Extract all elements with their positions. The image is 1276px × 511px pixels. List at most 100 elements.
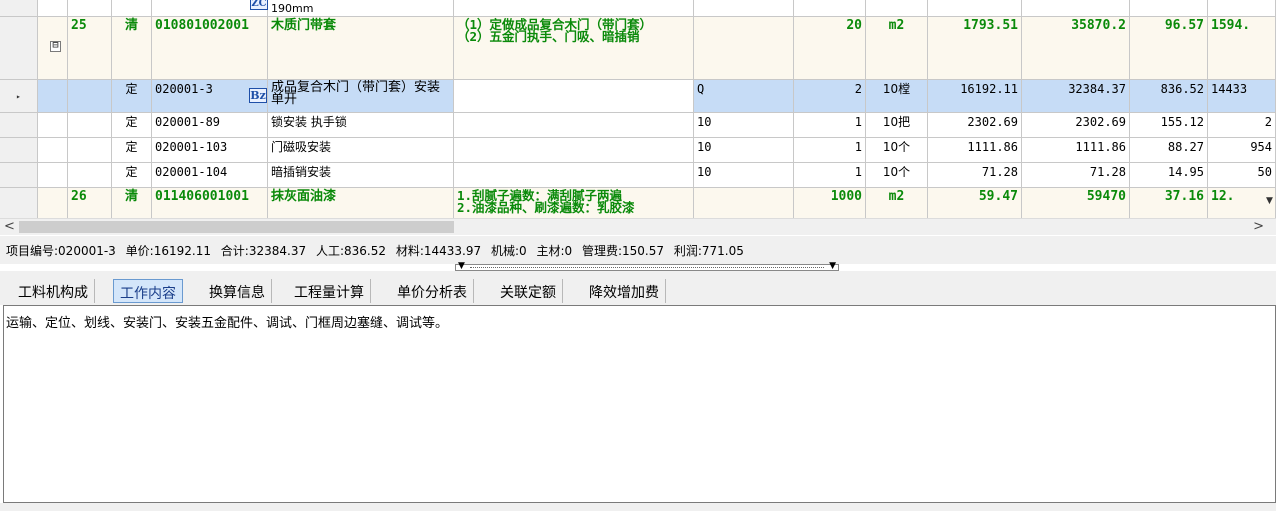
scroll-thumb[interactable] bbox=[19, 221, 454, 233]
splitter-down-icon[interactable]: ▼ bbox=[829, 261, 836, 271]
row-indicator-cell[interactable]: ▸ bbox=[0, 80, 38, 112]
expr-cell[interactable]: 10 bbox=[694, 113, 794, 137]
row-indicator-cell[interactable] bbox=[0, 17, 38, 79]
name-cell[interactable]: 锁安装 执手锁 bbox=[268, 113, 454, 137]
quota-row[interactable]: 定 020001-103 门磁吸安装 10 1 10个 1111.86 1111… bbox=[0, 138, 1276, 163]
tab-conversion-info[interactable]: 换算信息 bbox=[203, 279, 272, 303]
expr-cell bbox=[694, 0, 794, 16]
expr-cell[interactable] bbox=[694, 17, 794, 79]
no-cell bbox=[68, 80, 112, 112]
price-cell: 1111.86 bbox=[928, 138, 1022, 162]
material-cell: 50 bbox=[1208, 163, 1276, 187]
tab-efficiency-fee[interactable]: 降效增加费 bbox=[583, 279, 666, 303]
desc-cell bbox=[454, 0, 694, 16]
total-cell: 35870.2 bbox=[1022, 17, 1130, 79]
no-cell bbox=[68, 113, 112, 137]
name-cell[interactable]: 抹灰面油漆 bbox=[268, 188, 454, 218]
collapse-icon[interactable]: ⊟ bbox=[50, 41, 61, 52]
labor-cell: 37.16 bbox=[1130, 188, 1208, 218]
row-indicator-cell[interactable] bbox=[0, 113, 38, 137]
bill-row-26[interactable]: 26 清 011406001001 抹灰面油漆 1.刮腻子遍数：满刮腻子两遍 2… bbox=[0, 188, 1276, 218]
name-cell[interactable]: 门磁吸安装 bbox=[268, 138, 454, 162]
total-cell: 1111.86 bbox=[1022, 138, 1130, 162]
summary-bar: 项目编号:020001-3 单价:16192.11 合计:32384.37 人工… bbox=[0, 236, 1276, 264]
grid-row-partial[interactable]: ZC 190mm bbox=[0, 0, 1276, 17]
material-cell: 2 bbox=[1208, 113, 1276, 137]
item-code-label: 项目编号:020001-3 bbox=[6, 244, 116, 258]
row-indicator-cell[interactable] bbox=[0, 163, 38, 187]
unit-cell: 10个 bbox=[866, 138, 928, 162]
price-cell: 2302.69 bbox=[928, 113, 1022, 137]
name-text: 成品复合木门（带门套）安装 单开 bbox=[271, 80, 441, 107]
quota-row-selected[interactable]: ▸ 定 020001-3 成品复合木门（带门套）安装 单开 Q 2 10樘 16… bbox=[0, 80, 1276, 113]
work-content-panel[interactable]: 运输、定位、划线、安装门、安装五金配件、调试、门框周边塞缝、调试等。 bbox=[3, 305, 1276, 503]
total-cell bbox=[1022, 0, 1130, 16]
tab-related-quota[interactable]: 关联定额 bbox=[494, 279, 563, 303]
row-indicator-cell[interactable] bbox=[0, 188, 38, 218]
labor-cell: 14.95 bbox=[1130, 163, 1208, 187]
name-cell[interactable]: 木质门带套 bbox=[268, 17, 454, 79]
row-indicator-cell[interactable] bbox=[0, 0, 38, 16]
desc-cell[interactable]: 1.刮腻子遍数：满刮腻子两遍 2.油漆品种、刷漆遍数：乳胶漆 bbox=[454, 188, 694, 218]
expr-cell[interactable]: Q bbox=[694, 80, 794, 112]
tab-resource-composition[interactable]: 工料机构成 bbox=[12, 279, 95, 303]
material-cell: 14433 bbox=[1208, 80, 1276, 112]
zc-icon: ZC bbox=[250, 0, 268, 10]
price-cell: 71.28 bbox=[928, 163, 1022, 187]
desc-cell[interactable] bbox=[454, 138, 694, 162]
qty-cell[interactable]: 1 bbox=[794, 113, 866, 137]
expr-cell[interactable] bbox=[694, 188, 794, 218]
qty-cell[interactable]: 2 bbox=[794, 80, 866, 112]
expr-cell[interactable]: 10 bbox=[694, 138, 794, 162]
code-cell: 020001-104 bbox=[152, 163, 268, 187]
labor-cell: 836.52 bbox=[1130, 80, 1208, 112]
splitter-grip bbox=[470, 267, 824, 268]
name-text: 190mm bbox=[271, 2, 314, 15]
total-label: 合计:32384.37 bbox=[220, 244, 307, 258]
name-cell[interactable]: ZC 190mm bbox=[250, 0, 454, 16]
no-cell bbox=[68, 0, 112, 16]
price-cell: 59.47 bbox=[928, 188, 1022, 218]
desc-cell[interactable]: （1）定做成品复合木门（带门套） （2）五金门执手、门吸、暗插销 bbox=[454, 17, 694, 79]
code-cell: 011406001001 bbox=[152, 188, 268, 218]
desc-cell[interactable] bbox=[454, 80, 694, 112]
no-cell bbox=[68, 138, 112, 162]
name-cell[interactable]: 成品复合木门（带门套）安装 单开 bbox=[268, 80, 454, 112]
tree-cell bbox=[38, 188, 68, 218]
quota-grid[interactable]: ZC 190mm ⊟ 25 清 010801002001 木质门带套 （1）定做… bbox=[0, 0, 1276, 218]
scroll-left-icon[interactable]: < bbox=[4, 219, 15, 234]
quota-row[interactable]: 定 020001-104 暗插销安装 10 1 10个 71.28 71.28 … bbox=[0, 163, 1276, 188]
row-indicator-cell[interactable] bbox=[0, 138, 38, 162]
expr-cell[interactable]: 10 bbox=[694, 163, 794, 187]
no-cell: 25 bbox=[68, 17, 112, 79]
price-cell bbox=[928, 0, 1022, 16]
qty-cell bbox=[794, 0, 866, 16]
detail-tabs: 工料机构成 工作内容 换算信息 工程量计算 单价分析表 关联定额 降效增加费 bbox=[0, 271, 1276, 305]
unit-cell: m2 bbox=[866, 17, 928, 79]
management-fee-label: 管理费:150.57 bbox=[581, 244, 665, 258]
horizontal-scrollbar[interactable]: < > bbox=[0, 218, 1276, 235]
type-cell: 定 bbox=[112, 80, 152, 112]
quota-row[interactable]: 定 020001-89 锁安装 执手锁 10 1 10把 2302.69 230… bbox=[0, 113, 1276, 138]
type-cell: 定 bbox=[112, 113, 152, 137]
total-cell: 32384.37 bbox=[1022, 80, 1130, 112]
scroll-right-icon[interactable]: > bbox=[1253, 219, 1264, 234]
unit-cell: m2 bbox=[866, 188, 928, 218]
chevron-down-icon[interactable]: ▼ bbox=[1266, 196, 1273, 206]
qty-cell[interactable]: 1 bbox=[794, 138, 866, 162]
name-cell[interactable]: 暗插销安装 bbox=[268, 163, 454, 187]
tree-cell[interactable]: ⊟ bbox=[38, 17, 68, 79]
desc-cell[interactable] bbox=[454, 113, 694, 137]
type-cell: 清 bbox=[112, 188, 152, 218]
tab-quantity-calc[interactable]: 工程量计算 bbox=[288, 279, 371, 303]
qty-cell[interactable]: 1000 bbox=[794, 188, 866, 218]
qty-cell[interactable]: 20 bbox=[794, 17, 866, 79]
desc-cell[interactable] bbox=[454, 163, 694, 187]
bill-row-25[interactable]: ⊟ 25 清 010801002001 木质门带套 （1）定做成品复合木门（带门… bbox=[0, 17, 1276, 80]
panel-splitter[interactable]: ▼ ▼ bbox=[455, 261, 839, 271]
splitter-down-icon[interactable]: ▼ bbox=[458, 261, 465, 271]
qty-cell[interactable]: 1 bbox=[794, 163, 866, 187]
tab-unit-price-analysis[interactable]: 单价分析表 bbox=[391, 279, 474, 303]
unit-cell: 10把 bbox=[866, 113, 928, 137]
tab-work-content[interactable]: 工作内容 bbox=[113, 279, 183, 303]
